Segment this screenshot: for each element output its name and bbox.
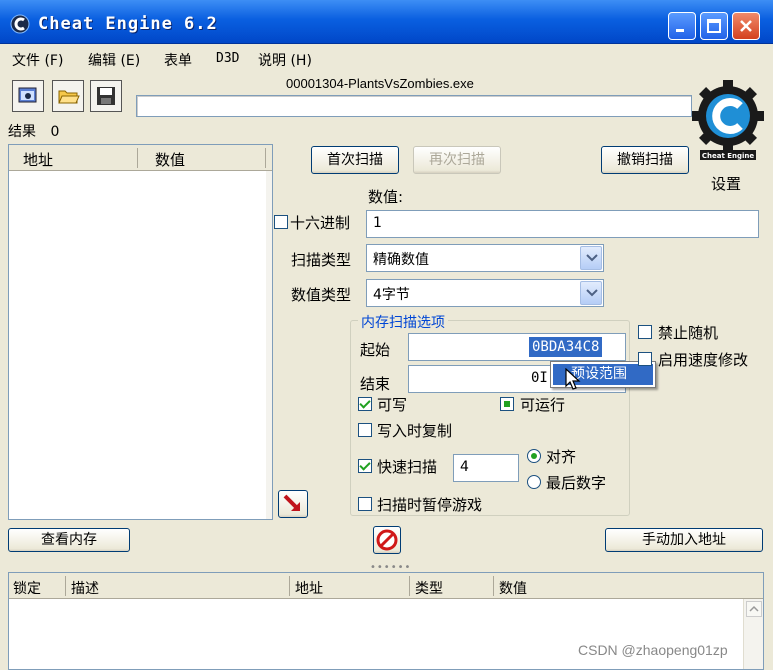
chevron-up-icon	[749, 605, 759, 612]
scan-progress-bar	[136, 95, 692, 117]
first-scan-button[interactable]: 首次扫描	[311, 146, 399, 174]
logo-text: Cheat Engine	[702, 152, 755, 160]
pause-game-label: 扫描时暂停游戏	[377, 496, 483, 514]
speedhack-checkbox[interactable]	[638, 352, 652, 366]
value-type-value: 4字节	[373, 287, 410, 303]
menu-bar: 文件 (F) 编辑 (E) 表单 D3D 说明 (H)	[0, 44, 773, 72]
select-process-icon	[18, 87, 37, 103]
value-label: 数值:	[368, 188, 404, 206]
scan-type-dropdown-button[interactable]	[580, 246, 602, 270]
start-label: 起始	[360, 341, 391, 359]
minimize-button[interactable]	[668, 12, 696, 40]
address-list-header: 地址 数值	[9, 145, 272, 171]
settings-label[interactable]: 设置	[711, 173, 741, 194]
results-count: 0	[50, 124, 60, 140]
column-value[interactable]: 数值	[155, 149, 185, 170]
value-type-select[interactable]: 4字节	[366, 279, 604, 307]
align-label: 对齐	[546, 448, 577, 466]
column-value[interactable]: 数值	[499, 578, 527, 598]
column-description[interactable]: 描述	[71, 578, 99, 598]
speedhack-label: 启用速度修改	[658, 351, 749, 369]
chevron-down-icon	[586, 254, 598, 262]
pause-game-checkbox[interactable]	[358, 497, 372, 511]
column-separator	[65, 576, 66, 596]
scan-type-value: 精确数值	[373, 252, 429, 268]
executable-label: 可运行	[520, 396, 566, 414]
menu-edit[interactable]: 编辑 (E)	[88, 50, 140, 70]
column-separator	[493, 576, 494, 596]
arrow-down-right-icon	[283, 494, 300, 511]
close-button[interactable]	[732, 12, 760, 40]
cheat-engine-logo-icon[interactable]: Cheat Engine	[692, 76, 764, 166]
stop-icon	[376, 529, 398, 551]
menu-table[interactable]: 表单	[164, 50, 192, 70]
copy-selected-to-list-button[interactable]	[278, 490, 308, 518]
value-type-label: 数值类型	[291, 286, 352, 304]
menu-d3d[interactable]: D3D	[216, 51, 239, 66]
results-text: 结果	[8, 124, 36, 140]
last-digits-label: 最后数字	[546, 474, 607, 492]
scan-type-select[interactable]: 精确数值	[366, 244, 604, 272]
column-separator	[137, 148, 138, 168]
last-digits-radio[interactable]	[527, 475, 541, 489]
end-label: 结束	[360, 375, 391, 393]
open-file-icon	[58, 90, 80, 104]
column-address[interactable]: 地址	[23, 149, 53, 170]
cheat-engine-window: Cheat Engine 6.2 文件 (F) 编辑 (E) 表单 D3D 说明…	[0, 0, 773, 670]
column-type[interactable]: 类型	[415, 578, 443, 598]
save-icon	[97, 87, 115, 105]
cheat-table-scrollbar[interactable]	[743, 599, 763, 669]
scroll-up-button[interactable]	[746, 601, 762, 617]
watermark: CSDN @zhaopeng01zp	[578, 642, 728, 658]
stop-button[interactable]	[373, 526, 401, 554]
disable-random-checkbox[interactable]	[638, 325, 652, 339]
menu-file[interactable]: 文件 (F)	[12, 50, 63, 70]
open-file-button[interactable]	[52, 80, 84, 112]
menu-help[interactable]: 说明 (H)	[258, 50, 312, 70]
scan-type-label: 扫描类型	[291, 251, 352, 269]
executable-checkbox[interactable]	[500, 397, 514, 411]
cheat-table-header: 锁定 描述 地址 类型 数值	[9, 573, 763, 599]
chevron-down-icon	[586, 289, 598, 297]
found-address-list[interactable]: 地址 数值	[8, 144, 273, 520]
close-icon	[740, 20, 752, 32]
memory-scan-options-title: 内存扫描选项	[358, 312, 448, 332]
select-process-button[interactable]	[12, 80, 44, 112]
process-name: 00001304-PlantsVsZombies.exe	[286, 76, 474, 91]
disable-random-label: 禁止随机	[658, 324, 719, 342]
fast-scan-alignment-input[interactable]: 4	[453, 454, 519, 482]
cheat-engine-icon	[10, 14, 30, 34]
value-type-dropdown-button[interactable]	[580, 281, 602, 305]
maximize-button[interactable]	[700, 12, 728, 40]
view-memory-button[interactable]: 查看内存	[8, 528, 130, 552]
minimize-icon	[676, 29, 684, 32]
address-list-scrollbar[interactable]	[266, 171, 272, 519]
results-label: 结果 0	[8, 121, 59, 141]
column-address[interactable]: 地址	[295, 578, 323, 598]
align-radio[interactable]	[527, 449, 541, 463]
column-lock[interactable]: 锁定	[13, 578, 41, 598]
add-address-manually-button[interactable]: 手动加入地址	[605, 528, 763, 552]
scan-value-input[interactable]: 1	[366, 210, 759, 238]
column-separator	[265, 148, 266, 168]
mouse-cursor-icon	[565, 368, 581, 390]
writable-checkbox[interactable]	[358, 397, 372, 411]
writable-label: 可写	[377, 396, 408, 414]
save-button[interactable]	[90, 80, 122, 112]
maximize-icon	[707, 19, 721, 33]
title-bar[interactable]: Cheat Engine 6.2	[0, 0, 773, 44]
column-separator	[289, 576, 290, 596]
copy-on-write-label: 写入时复制	[377, 422, 453, 440]
undo-scan-button[interactable]: 撤销扫描	[601, 146, 689, 174]
column-separator	[409, 576, 410, 596]
window-title: Cheat Engine 6.2	[38, 14, 218, 34]
next-scan-button[interactable]: 再次扫描	[413, 146, 501, 174]
hex-checkbox[interactable]	[274, 215, 288, 229]
copy-on-write-checkbox[interactable]	[358, 423, 372, 437]
hex-label: 十六进制	[290, 214, 351, 232]
start-address-value: 0BDA34C8	[529, 337, 603, 357]
fast-scan-checkbox[interactable]	[358, 459, 372, 473]
end-address-value: 0I	[531, 370, 548, 386]
fast-scan-label: 快速扫描	[377, 458, 438, 476]
